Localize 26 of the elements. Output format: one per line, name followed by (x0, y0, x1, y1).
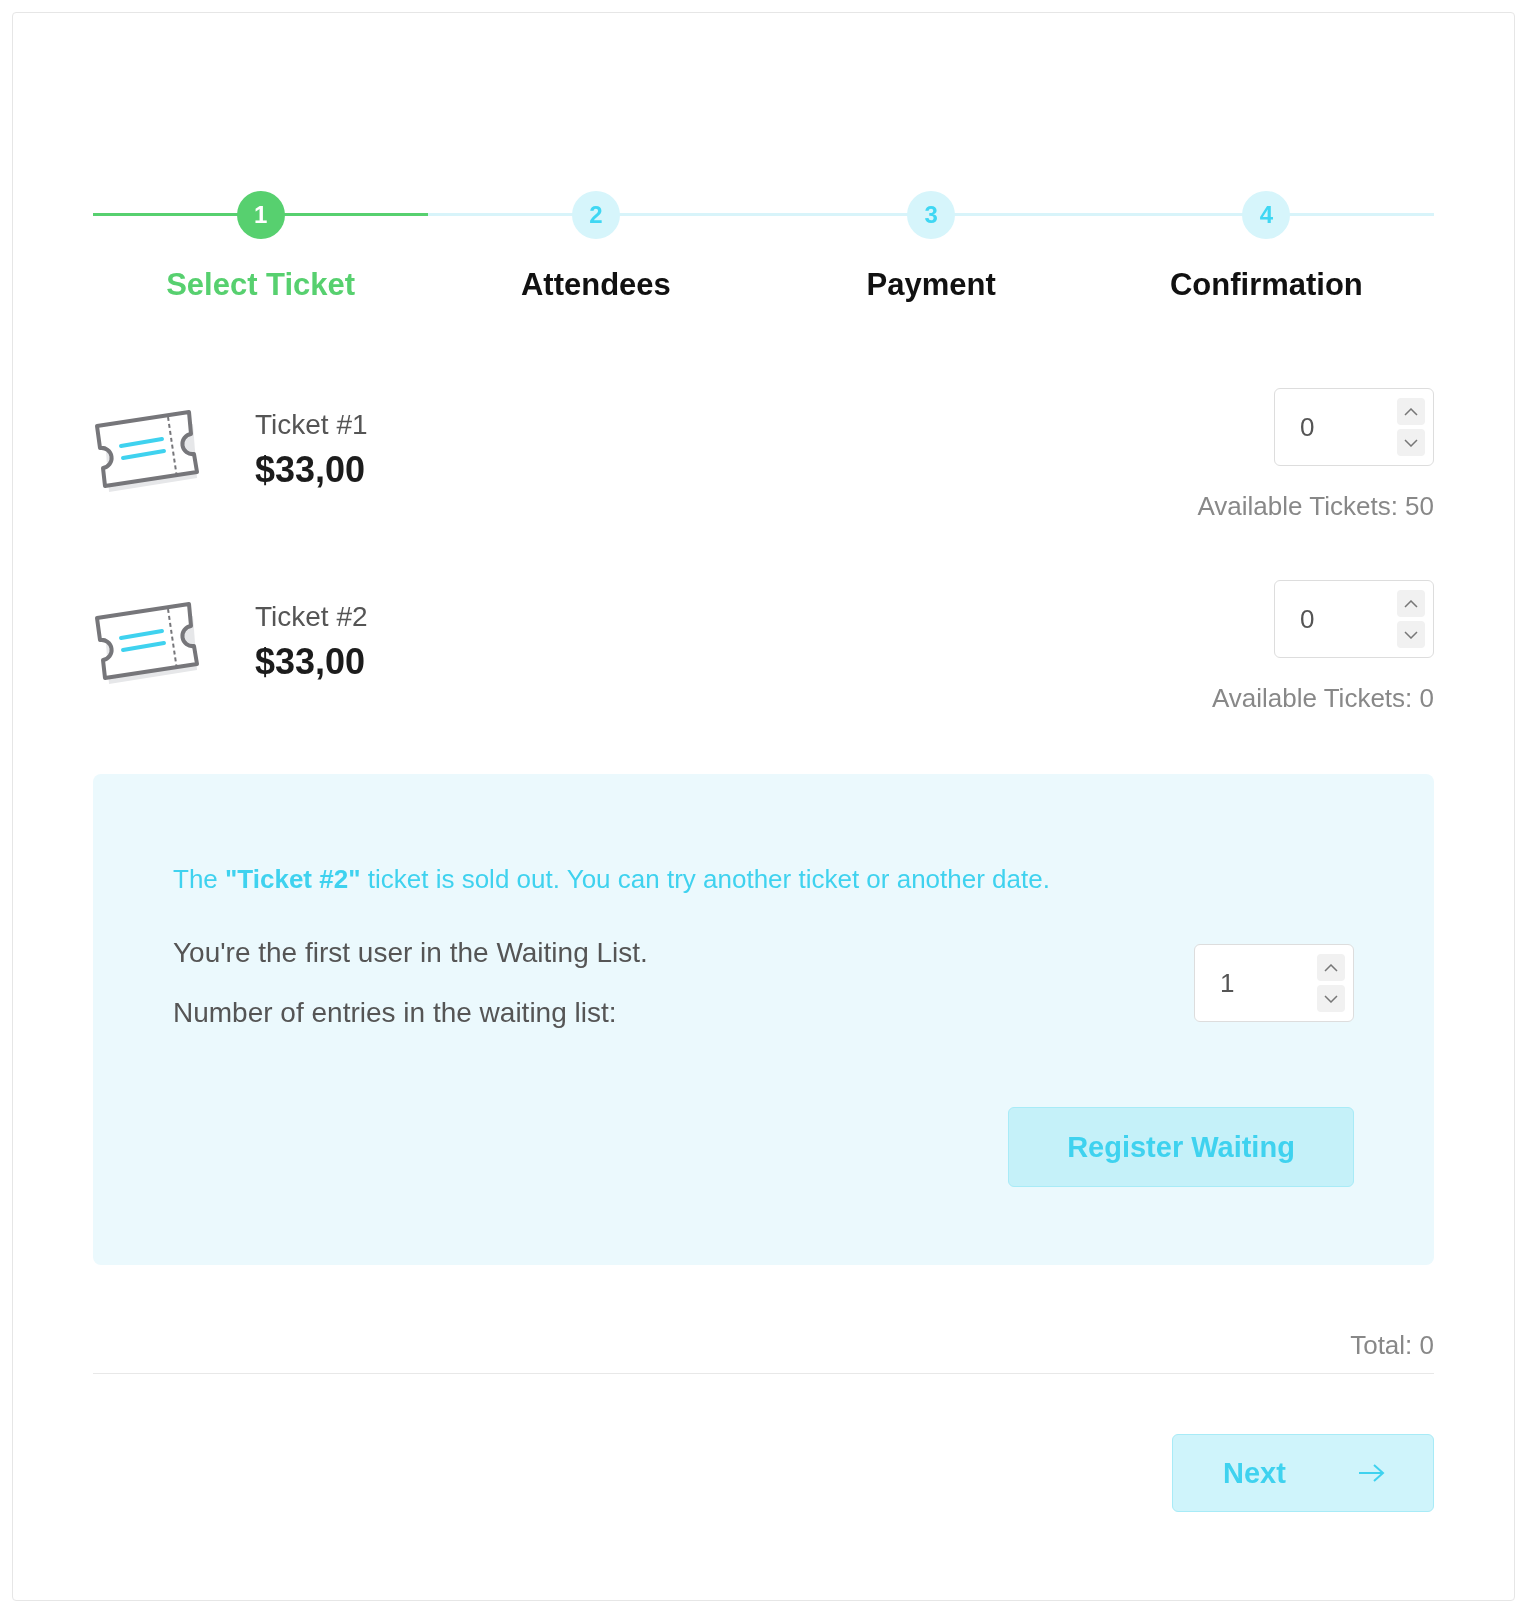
step-label[interactable]: Attendees (520, 267, 671, 303)
chevron-down-icon[interactable] (1317, 985, 1345, 1012)
quantity-spinner[interactable]: 0 (1274, 580, 1434, 658)
ticket-name: Ticket #1 (255, 409, 368, 441)
ticket-price: $33,00 (255, 641, 367, 683)
chevron-up-icon[interactable] (1397, 590, 1425, 617)
quantity-spinner[interactable]: 0 (1274, 388, 1434, 466)
arrow-right-icon (1357, 1463, 1385, 1483)
chevron-down-icon[interactable] (1397, 621, 1425, 648)
chevron-up-icon[interactable] (1317, 954, 1345, 981)
chevron-up-icon[interactable] (1397, 398, 1425, 425)
quantity-input[interactable]: 0 (1300, 397, 1390, 457)
ticket-name: Ticket #2 (255, 601, 368, 633)
chevron-down-icon[interactable] (1397, 429, 1425, 456)
quantity-spinner[interactable]: 1 (1194, 944, 1354, 1022)
available-tickets: Available Tickets: 50 (1197, 491, 1434, 522)
entries-label: Number of entries in the waiting list: (173, 997, 618, 1029)
ticket-price: $33,00 (255, 449, 367, 491)
step-label[interactable]: Payment (866, 267, 996, 303)
quantity-input[interactable]: 1 (1220, 953, 1310, 1013)
sold-out-notice: The "Ticket #2" ticket is sold out. You can try another ticket or another date. (173, 864, 1051, 895)
waiting-list-position: You're the first user in the Waiting List. (173, 937, 648, 969)
total-label: Total: 0 (1350, 1330, 1434, 1361)
quantity-input[interactable]: 0 (1300, 589, 1390, 649)
step-label[interactable]: Confirmation (1169, 267, 1363, 303)
available-tickets: Available Tickets: 0 (1211, 683, 1434, 714)
